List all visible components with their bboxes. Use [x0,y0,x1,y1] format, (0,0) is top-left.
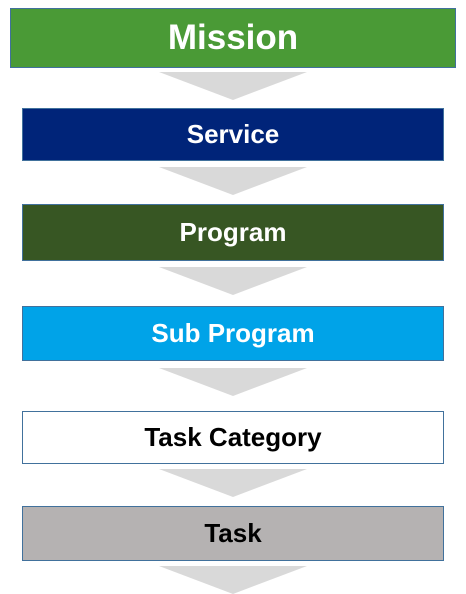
level-label: Service [186,119,280,149]
down-arrow-icon [159,267,307,295]
level-label: Task Category [144,422,322,452]
level-mission: Mission [10,8,456,68]
down-arrow-icon [159,566,307,594]
level-label: Mission [167,18,299,57]
down-arrow-icon [159,167,307,195]
level-task: Task [22,506,444,561]
level-sub-program: Sub Program [22,306,444,361]
level-program: Program [22,204,444,261]
down-arrow-icon [159,368,307,396]
level-label: Program [179,217,287,247]
level-task-category: Task Category [22,411,444,464]
down-arrow-icon [159,469,307,497]
level-label: Sub Program [151,318,315,348]
level-service: Service [22,108,444,161]
level-label: Task [204,518,262,548]
down-arrow-icon [159,72,307,100]
